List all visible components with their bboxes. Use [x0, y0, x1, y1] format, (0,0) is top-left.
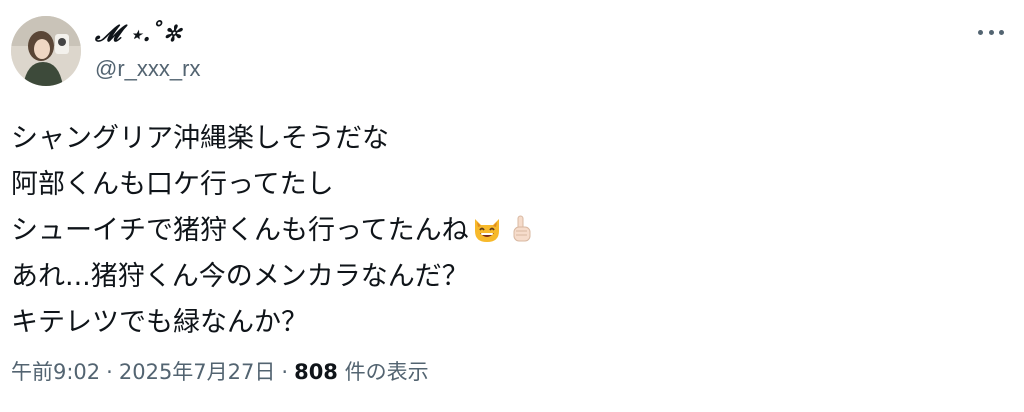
tweet-text: シャングリア沖縄楽しそうだな 阿部くんも口ケ行ってたし シューイチで猪狩くんも行… — [11, 116, 1001, 346]
tweet-meta: 午前9:02 · 2025年7月27日 · 808 件の表示 — [11, 356, 429, 386]
more-options-icon[interactable] — [976, 22, 1006, 42]
tweet-line-text: シューイチで猪狩くんも行ってたんね — [11, 215, 469, 246]
views-label[interactable]: 件の表示 — [345, 360, 429, 384]
meta-separator: · — [281, 360, 289, 384]
index-pointing-up-icon — [505, 213, 537, 245]
tweet-time[interactable]: 午前9:02 — [11, 360, 100, 384]
tweet-line: シューイチで猪狩くんも行ってたんね — [11, 208, 1001, 254]
views-count[interactable]: 808 — [294, 360, 338, 384]
tweet-card: 𝓜 ⋆.˚✼ @r_xxx_rx シャングリア沖縄楽しそうだな 阿部くんも口ケ行… — [0, 0, 1024, 412]
tweet-date[interactable]: 2025年7月27日 — [119, 360, 276, 384]
author-handle[interactable]: @r_xxx_rx — [95, 56, 200, 82]
grinning-cat-icon — [471, 213, 503, 245]
more-dot — [988, 29, 994, 35]
more-dot — [999, 29, 1004, 35]
more-dot — [978, 29, 983, 35]
tweet-line: あれ...猪狩くん今のメンカラなんだ？ — [11, 261, 469, 292]
avatar[interactable] — [11, 16, 81, 86]
tweet-line: キテレツでも緑なんか？ — [11, 307, 308, 338]
author-display-name[interactable]: 𝓜 ⋆.˚✼ — [95, 20, 181, 47]
tweet-line: シャングリア沖縄楽しそうだな — [11, 123, 389, 154]
tweet-line: 阿部くんも口ケ行ってたし — [11, 169, 334, 200]
meta-separator: · — [106, 360, 113, 384]
